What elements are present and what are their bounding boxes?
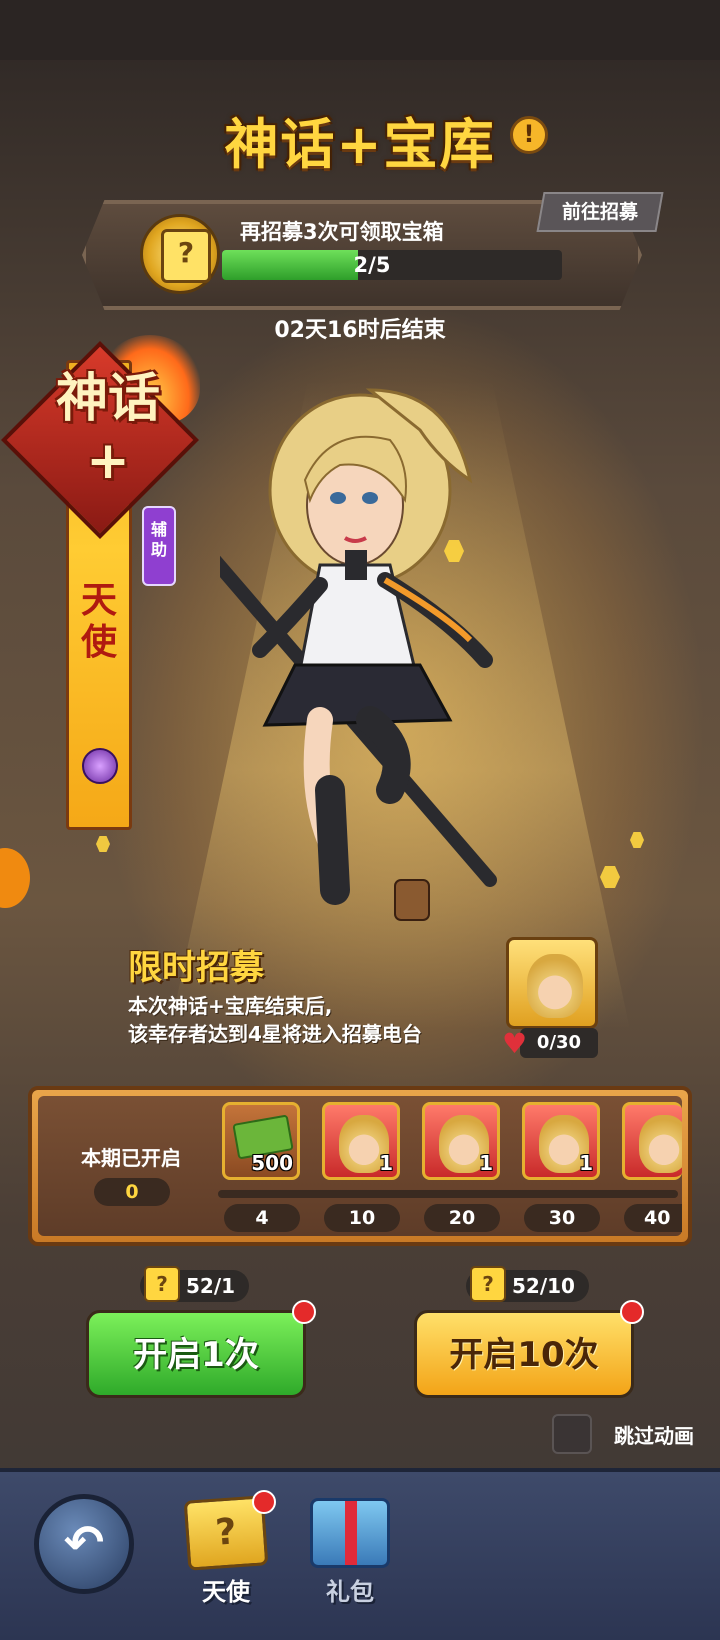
milestone-threshold: 40 — [624, 1204, 682, 1232]
reward-qty: 1 — [579, 1151, 593, 1175]
progress-text: 2/5 — [353, 253, 391, 277]
limited-recruit-desc: 本次神话+宝库结束后, 该幸存者达到4星将进入招募电台 — [128, 992, 422, 1048]
milestone-reward-fragment[interactable]: 1 — [522, 1102, 600, 1180]
single-cost-chip: ? 52/1 — [140, 1266, 250, 1302]
ten-cost-chip: ? 52/10 — [466, 1266, 589, 1302]
limited-desc-line2: 该幸存者达到4星将进入招募电台 — [128, 1022, 422, 1046]
event-timer: 02天16时后结束 — [274, 318, 446, 343]
fragment-heart-icon: ♥ — [502, 1027, 528, 1060]
milestone-threshold: 20 — [424, 1204, 500, 1232]
mystery-chest-icon: ? — [144, 1266, 180, 1302]
hero-character-art — [220, 388, 497, 921]
reward-qty: 1 — [379, 1151, 393, 1175]
open-1-button[interactable]: 开启1次 — [86, 1310, 306, 1398]
limited-desc-line1: 本次神话+宝库结束后, — [128, 994, 333, 1018]
milestone-threshold: 4 — [224, 1204, 300, 1232]
notification-dot — [292, 1300, 316, 1324]
milestone-threshold: 10 — [324, 1204, 400, 1232]
back-arrow-icon[interactable]: ↶ — [34, 1494, 134, 1594]
milestone-track — [218, 1190, 678, 1198]
goto-recruit-label: 前往招募 — [561, 201, 638, 223]
skip-animation-checkbox[interactable] — [552, 1414, 592, 1454]
tab-gift-pack[interactable]: 礼包 — [300, 1486, 400, 1606]
mystery-chest-icon: ? — [470, 1266, 506, 1302]
title-area: 神话+宝库 — [0, 100, 720, 180]
reward-qty: 500 — [251, 1151, 293, 1175]
milestone-reward-fragment[interactable]: 1 — [322, 1102, 400, 1180]
milestone-reward-fragment[interactable] — [622, 1102, 682, 1180]
ten-cost: 52/10 — [512, 1274, 575, 1298]
hero-portrait-icon — [527, 954, 583, 1018]
notification-dot — [620, 1300, 644, 1324]
page-title: 神话+宝库 — [224, 113, 496, 176]
mystery-chest-icon[interactable] — [140, 214, 220, 294]
milestone-reward-fragment[interactable]: 1 — [422, 1102, 500, 1180]
gift-box-icon — [310, 1498, 390, 1568]
tab-label: 礼包 — [326, 1578, 374, 1606]
hero-fragment-icon — [639, 1115, 682, 1173]
hero-name: 天使 — [80, 580, 117, 663]
role-tag: 辅助 — [142, 506, 176, 586]
limited-recruit-title: 限时招募 — [128, 948, 264, 988]
milestone-threshold: 30 — [524, 1204, 600, 1232]
opened-label: 本期已开启 — [81, 1146, 181, 1170]
opened-count: 0 — [94, 1178, 170, 1206]
top-strip — [0, 0, 720, 60]
faction-icon[interactable] — [82, 748, 118, 784]
tab-label: 天使 — [202, 1578, 250, 1606]
reward-qty: 1 — [479, 1151, 493, 1175]
notification-dot — [252, 1490, 276, 1514]
milestone-reward-cash[interactable]: 500 — [222, 1102, 300, 1180]
goto-recruit-button[interactable]: 前往招募 — [536, 192, 664, 232]
progress-label: 再招募3次可领取宝箱 — [240, 220, 444, 244]
open-10-button[interactable]: 开启10次 — [414, 1310, 634, 1398]
rarity-label: 神话+ — [55, 369, 160, 491]
info-icon[interactable]: ! — [510, 116, 548, 154]
hero-portrait-card[interactable] — [506, 937, 598, 1029]
skip-animation-label: 跳过动画 — [614, 1424, 694, 1448]
single-cost: 52/1 — [186, 1274, 236, 1298]
